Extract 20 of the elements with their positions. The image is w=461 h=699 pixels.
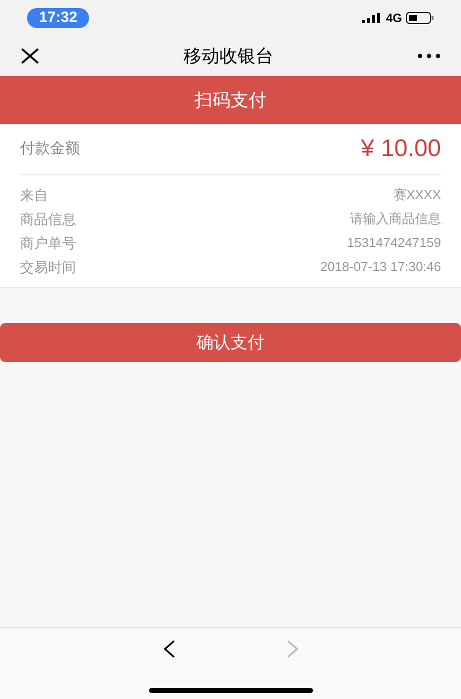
detail-label: 商户单号 <box>20 234 76 252</box>
close-icon[interactable] <box>20 48 40 64</box>
window-title: 移动收银台 <box>184 44 274 68</box>
status-time: 17:32 <box>27 8 90 28</box>
battery-icon <box>406 12 434 24</box>
detail-value: 请输入商品信息 <box>350 210 441 228</box>
amount-value: ¥ 10.00 <box>360 134 441 164</box>
back-icon[interactable] <box>162 640 176 658</box>
detail-label: 商品信息 <box>20 210 76 228</box>
detail-label: 交易时间 <box>20 258 76 276</box>
header-title: 扫码支付 <box>194 88 266 112</box>
detail-value: 2018-07-13 17:30:46 <box>320 258 441 276</box>
signal-icon <box>362 13 382 23</box>
amount-label: 付款金额 <box>20 138 80 159</box>
detail-value: 赛XXXX <box>393 186 441 204</box>
network-label: 4G <box>386 10 402 27</box>
detail-value: 1531474247159 <box>347 234 441 252</box>
more-icon[interactable] <box>417 53 441 59</box>
confirm-button[interactable]: 确认支付 <box>0 323 461 362</box>
detail-label: 来自 <box>20 186 48 204</box>
